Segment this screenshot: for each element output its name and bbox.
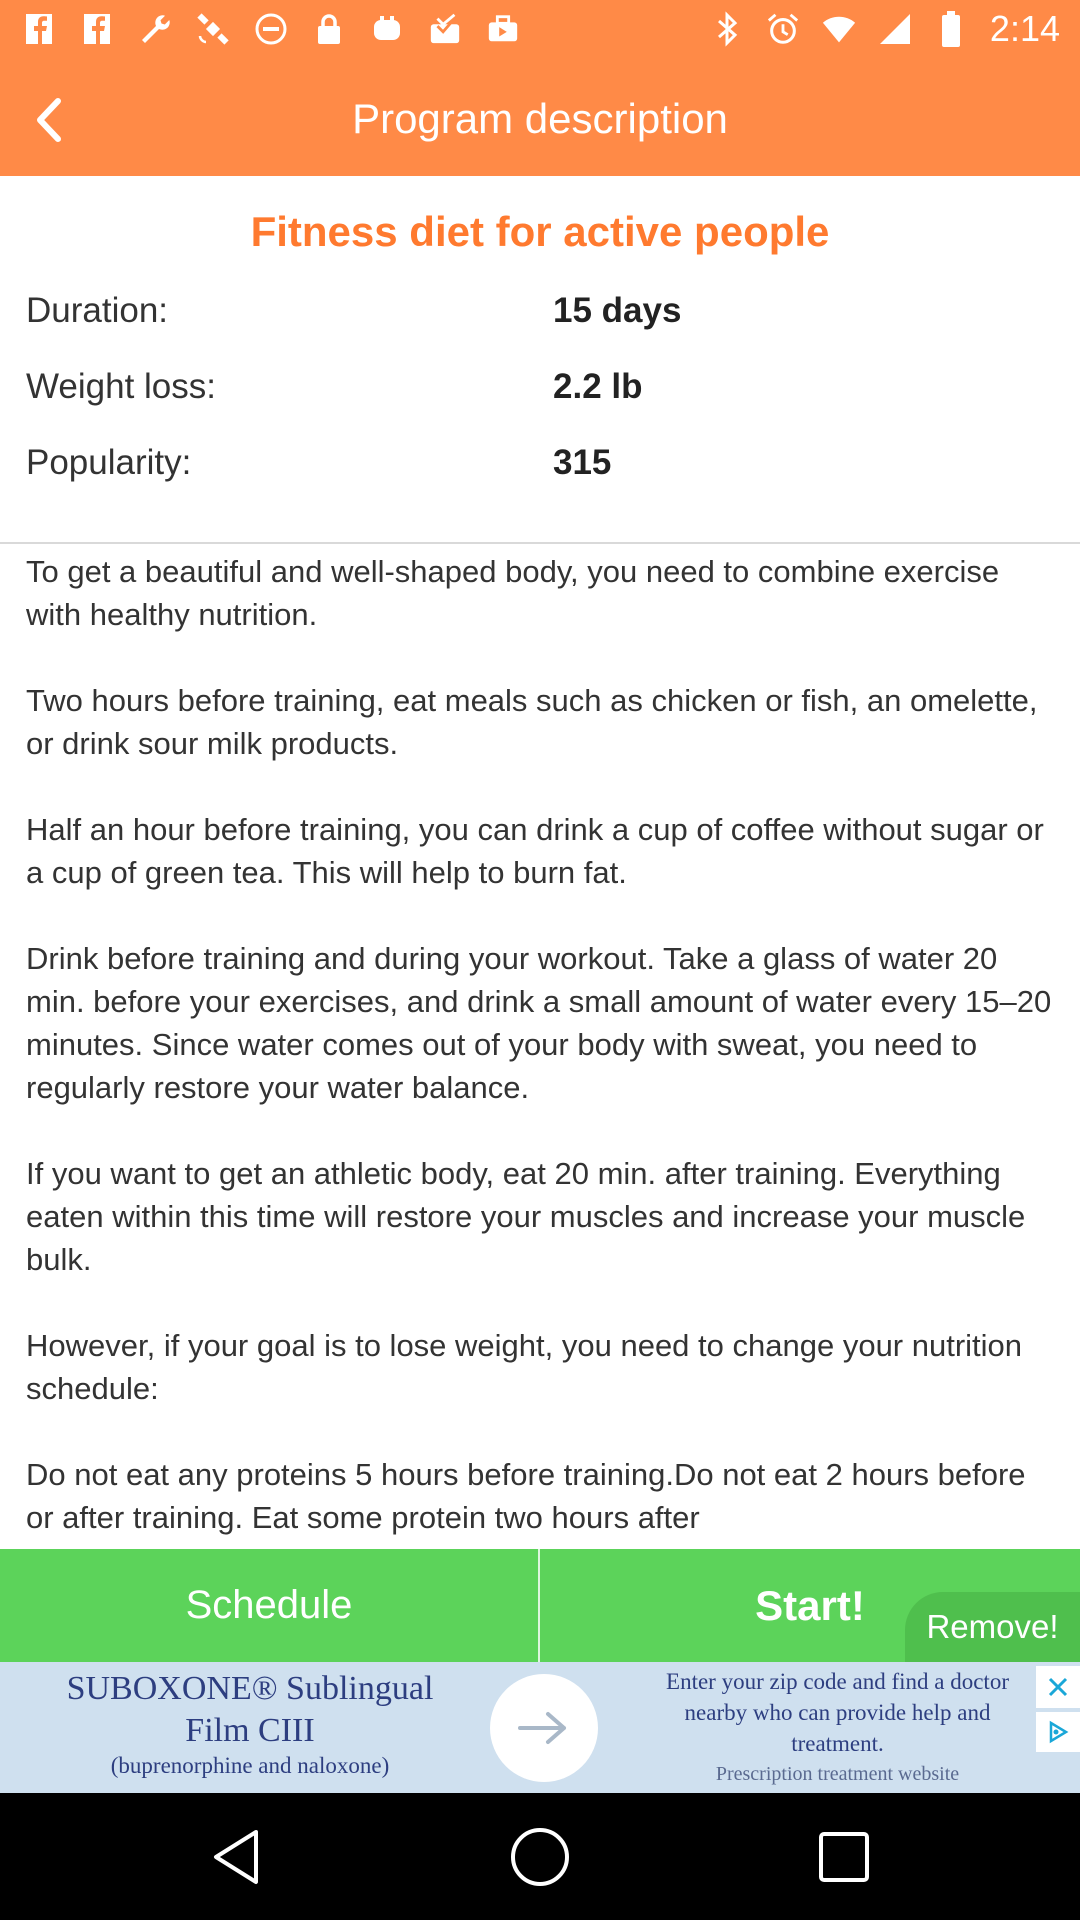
briefcase-icon bbox=[486, 10, 520, 48]
ad-body: Enter your zip code and find a doctor ne… bbox=[640, 1666, 1035, 1789]
ad-body-text: Enter your zip code and find a doctor ne… bbox=[666, 1669, 1009, 1756]
stat-label: Popularity: bbox=[26, 443, 192, 482]
ad-arrow-button[interactable] bbox=[490, 1674, 598, 1782]
close-icon bbox=[1048, 1677, 1068, 1697]
stat-row-popularity: Popularity: 315 bbox=[26, 443, 1056, 493]
ad-banner[interactable]: SUBOXONE® Sublingual Film CIII (buprenor… bbox=[0, 1662, 1080, 1793]
square-recents-icon bbox=[819, 1832, 869, 1882]
stat-value: 2.2 lb bbox=[553, 367, 643, 406]
do-not-disturb-icon bbox=[254, 10, 288, 48]
ad-choices-icon bbox=[1049, 1720, 1069, 1744]
triangle-back-icon bbox=[214, 1830, 258, 1884]
ad-headline: SUBOXONE® Sublingual bbox=[66, 1670, 434, 1707]
ad-link-text: Prescription treatment website bbox=[715, 1763, 960, 1785]
alarm-icon bbox=[766, 10, 800, 48]
stat-label: Duration: bbox=[26, 291, 169, 330]
clock-time: 2:14 bbox=[989, 8, 1060, 49]
battery-icon bbox=[934, 10, 968, 48]
ad-subline: (buprenorphine and naloxone) bbox=[110, 1753, 390, 1778]
ad-choices-button[interactable] bbox=[1036, 1712, 1080, 1752]
wrench-icon bbox=[138, 10, 172, 48]
mail-tray-icon bbox=[428, 10, 462, 48]
ad-headline-block: SUBOXONE® Sublingual Film CIII (buprenor… bbox=[10, 1668, 490, 1780]
arrow-right-icon bbox=[518, 1712, 566, 1744]
game-controller-icon bbox=[370, 10, 404, 48]
lock-icon bbox=[312, 10, 346, 48]
facebook-icon bbox=[80, 10, 114, 48]
stat-row-weight-loss: Weight loss: 2.2 lb bbox=[26, 367, 1056, 417]
nav-back-button[interactable] bbox=[205, 1826, 267, 1888]
remove-ads-button[interactable]: Remove! bbox=[905, 1592, 1080, 1662]
facebook-icon bbox=[22, 10, 56, 48]
notification-icons bbox=[22, 10, 520, 48]
stat-label: Weight loss: bbox=[26, 367, 216, 406]
nav-recents-button[interactable] bbox=[813, 1826, 875, 1888]
program-content[interactable]: Fitness diet for active people Duration:… bbox=[0, 176, 1080, 1549]
schedule-button[interactable]: Schedule bbox=[0, 1549, 538, 1662]
chevron-left-icon bbox=[37, 98, 61, 142]
signal-icon bbox=[878, 10, 912, 48]
status-bar: 2:14 bbox=[0, 0, 1080, 62]
system-icons: 2:14 bbox=[710, 8, 1060, 50]
stat-row-duration: Duration: 15 days bbox=[26, 291, 1056, 341]
program-title: Fitness diet for active people bbox=[250, 208, 830, 255]
ad-close-button[interactable] bbox=[1036, 1666, 1080, 1708]
bluetooth-icon bbox=[710, 10, 744, 48]
ad-headline: Film CIII bbox=[185, 1712, 315, 1749]
page-title: Program description bbox=[352, 95, 728, 142]
satellite-icon bbox=[196, 10, 230, 48]
program-description: To get a beautiful and well-shaped body,… bbox=[26, 554, 1052, 1535]
app-bar: Program description bbox=[0, 62, 1080, 176]
navigation-bar bbox=[0, 1793, 1080, 1920]
stat-value: 15 days bbox=[553, 291, 682, 330]
nav-home-button[interactable] bbox=[509, 1826, 571, 1888]
wifi-icon bbox=[822, 10, 856, 48]
stat-value: 315 bbox=[553, 443, 612, 482]
circle-home-icon bbox=[511, 1828, 569, 1886]
divider bbox=[0, 542, 1080, 544]
back-button[interactable] bbox=[18, 90, 78, 150]
